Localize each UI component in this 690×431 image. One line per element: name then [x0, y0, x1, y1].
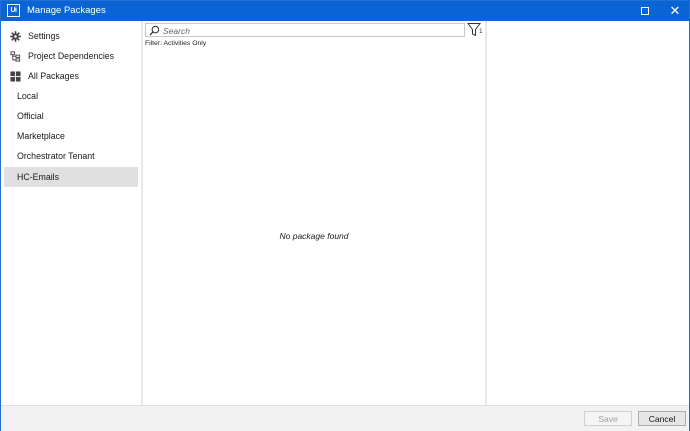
sidebar-item-project-dependencies[interactable]: Project Dependencies	[4, 46, 138, 66]
maximize-icon	[641, 7, 649, 15]
close-icon: ✕	[669, 3, 681, 18]
filter-description: Filter: Activities Only	[145, 40, 207, 47]
sidebar-item-label: HC-Emails	[17, 172, 60, 182]
search-input[interactable]	[163, 25, 459, 36]
sidebar-item-label: Official	[17, 111, 44, 121]
sidebar-item-label: All Packages	[28, 71, 79, 81]
sidebar-item-label: Orchestrator Tenant	[17, 151, 95, 161]
sidebar-item-settings[interactable]: Settings	[4, 26, 138, 46]
save-button[interactable]: Save	[584, 411, 632, 426]
sidebar-item-label: Settings	[28, 31, 60, 41]
search-box[interactable]	[145, 23, 465, 37]
sidebar-item-hc-emails[interactable]: HC-Emails	[4, 167, 138, 187]
sidebar-item-all-packages[interactable]: All Packages	[4, 66, 138, 86]
dialog-footer: Save Cancel	[1, 405, 689, 431]
sidebar-item-label: Marketplace	[17, 131, 65, 141]
sidebar-item-marketplace[interactable]: Marketplace	[4, 126, 138, 146]
filter-count-badge: 1	[479, 28, 483, 35]
package-details-pane	[487, 21, 689, 405]
window-title: Manage Packages	[27, 5, 106, 16]
cancel-button[interactable]: Cancel	[638, 411, 686, 426]
empty-results-message: No package found	[279, 231, 349, 241]
title-bar[interactable]: Ui Manage Packages ✕	[1, 1, 689, 21]
sidebar-item-label: Local	[17, 91, 39, 101]
search-icon	[149, 25, 160, 36]
app-logo-icon: Ui	[7, 4, 20, 17]
sidebar-item-orchestrator-tenant[interactable]: Orchestrator Tenant	[4, 146, 138, 166]
grid-icon	[10, 71, 21, 82]
package-list-pane: 1 Filter: Activities Only No package fou…	[143, 21, 485, 405]
gear-icon	[10, 31, 21, 42]
manage-packages-window: Ui Manage Packages ✕ Settings Project De…	[0, 0, 690, 431]
close-button[interactable]: ✕	[661, 1, 689, 21]
dependencies-icon	[10, 51, 21, 62]
sidebar-item-official[interactable]: Official	[4, 106, 138, 126]
sidebar-item-label: Project Dependencies	[28, 51, 115, 61]
maximize-button[interactable]	[631, 1, 659, 21]
package-sources-sidebar: Settings Project Dependencies All Packag…	[1, 21, 141, 405]
sidebar-item-local[interactable]: Local	[4, 86, 138, 106]
